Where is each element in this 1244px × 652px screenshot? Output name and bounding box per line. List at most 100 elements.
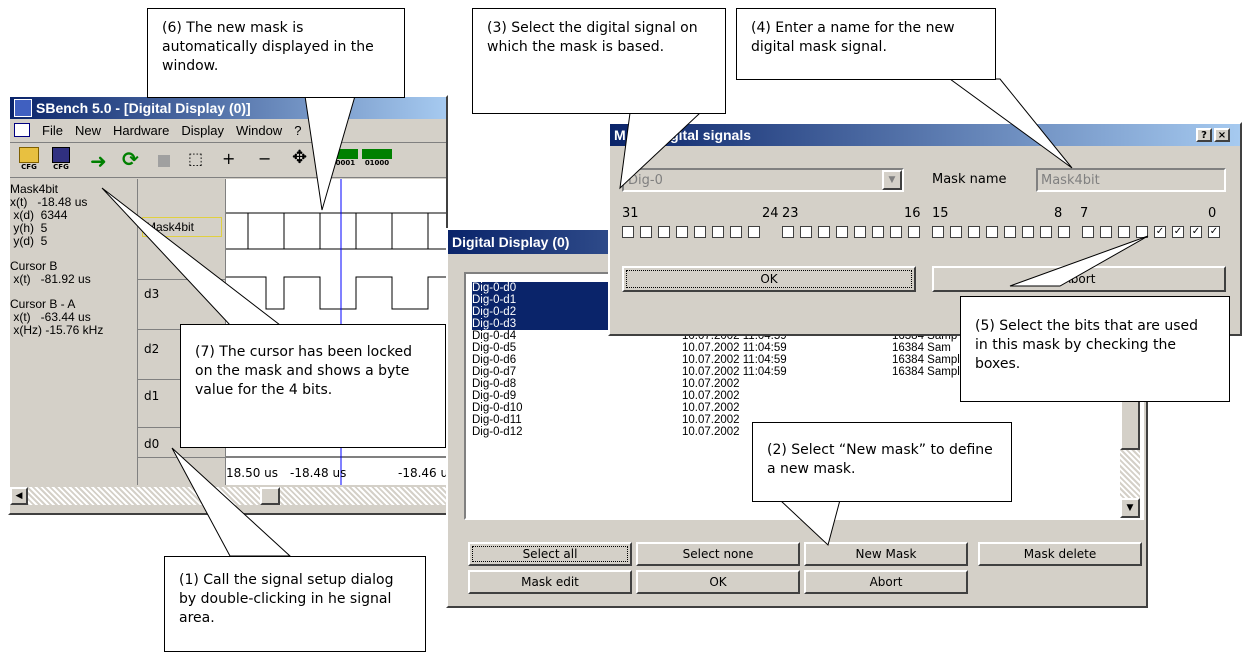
bits-00001-icon[interactable]: 00001 — [328, 149, 358, 167]
help-button[interactable]: ? — [1196, 128, 1212, 142]
callout-2: (2) Select “New mask” to define a new ma… — [752, 422, 1012, 502]
bit-checkbox-18[interactable] — [872, 226, 884, 238]
bit-checkbox-26[interactable] — [712, 226, 724, 238]
bit-checkbox-10[interactable] — [1022, 226, 1034, 238]
scroll-down-button[interactable]: ▼ — [1120, 498, 1140, 518]
signal-label-d1[interactable]: d1 — [144, 389, 159, 403]
axis-tick-3: -18.46 u — [398, 466, 449, 480]
open-cfg-button[interactable]: CFG — [16, 147, 42, 175]
bit-checkbox-23[interactable] — [782, 226, 794, 238]
bit-label-24: 24 — [762, 206, 779, 221]
mask-name-label: Mask name — [932, 172, 1007, 187]
menu-window[interactable]: Window — [236, 123, 282, 138]
signal-label-d2[interactable]: d2 — [144, 342, 159, 356]
bit-checkbox-5[interactable] — [1118, 226, 1130, 238]
list-item-date: 10.07.2002 — [682, 402, 740, 414]
mask-dialog-title-start: M — [614, 127, 626, 143]
zoom-rect-icon[interactable]: ⬚ — [188, 149, 203, 168]
select-all-button[interactable]: Select all — [468, 542, 632, 566]
bit-checkbox-12[interactable] — [986, 226, 998, 238]
list-item-name: Dig-0-d12 — [472, 426, 523, 438]
bit-checkbox-3[interactable]: ✓ — [1154, 226, 1166, 238]
bit-checkbox-29[interactable] — [658, 226, 670, 238]
stop-icon[interactable] — [158, 155, 170, 167]
info-cursor-ba-xhz: x(Hz) -15.76 kHz — [10, 323, 104, 337]
bit-checkbox-28[interactable] — [676, 226, 688, 238]
bit-checkboxes: ✓ ✓ ✓ ✓ — [622, 226, 1232, 240]
mask-abort-button[interactable]: Abort — [932, 266, 1226, 292]
bit-checkbox-16[interactable] — [908, 226, 920, 238]
sbench-app-icon — [14, 99, 32, 117]
bit-checkbox-0[interactable]: ✓ — [1208, 226, 1220, 238]
bit-checkbox-17[interactable] — [890, 226, 902, 238]
bit-checkbox-14[interactable] — [950, 226, 962, 238]
bit-checkbox-6[interactable] — [1100, 226, 1112, 238]
zoom-plus-icon[interactable]: + — [222, 149, 235, 168]
menu-file[interactable]: File — [42, 123, 63, 138]
bit-checkbox-11[interactable] — [1004, 226, 1016, 238]
list-item-name: Dig-0-d5 — [472, 342, 517, 354]
horizontal-scrollbar[interactable]: ◀ — [10, 487, 446, 505]
list-item[interactable]: Dig-0-d10 10.07.2002 — [472, 402, 1122, 414]
menu-new[interactable]: New — [75, 123, 101, 138]
sbench-menubar: File New Hardware Display Window ? — [10, 120, 446, 140]
bit-checkbox-22[interactable] — [800, 226, 812, 238]
list-item-date: 10.07.2002 — [682, 378, 740, 390]
scroll-thumb[interactable] — [260, 487, 280, 505]
open-cfg-icon — [19, 147, 39, 163]
refresh-icon[interactable]: ⟳ — [122, 147, 139, 171]
info-yd: y(d) 5 — [10, 234, 48, 248]
bit-label-8: 8 — [1054, 206, 1063, 221]
info-cursor-b-xt: x(t) -81.92 us — [10, 272, 91, 286]
bit-checkbox-20[interactable] — [836, 226, 848, 238]
signal-label-mask4bit[interactable]: Mask4bit — [142, 217, 222, 237]
bit-checkbox-24[interactable] — [748, 226, 760, 238]
bit-checkbox-4[interactable] — [1136, 226, 1148, 238]
scroll-left-button[interactable]: ◀ — [10, 487, 28, 505]
signal-select[interactable]: Dig-0 ▼ — [622, 168, 904, 192]
mask-delete-button[interactable]: Mask delete — [978, 542, 1142, 566]
mask-name-value: Mask4bit — [1041, 173, 1100, 188]
list-item-name: Dig-0-d10 — [472, 402, 523, 414]
select-none-button[interactable]: Select none — [636, 542, 800, 566]
bit-checkbox-15[interactable] — [932, 226, 944, 238]
menu-display[interactable]: Display — [181, 123, 224, 138]
mask-edit-button[interactable]: Mask edit — [468, 570, 632, 594]
bit-label-16: 16 — [904, 206, 921, 221]
bit-checkbox-31[interactable] — [622, 226, 634, 238]
axis-tick-1: 18.50 us — [226, 466, 279, 480]
bit-checkbox-13[interactable] — [968, 226, 980, 238]
mask-ok-button[interactable]: OK — [622, 266, 916, 292]
bit-checkbox-8[interactable] — [1058, 226, 1070, 238]
new-mask-button[interactable]: New Mask — [804, 542, 968, 566]
signal-label-d0[interactable]: d0 — [144, 437, 159, 451]
move-icon[interactable]: ✥ — [292, 147, 307, 168]
mask-dialog-titlebar[interactable]: M digital signals — [610, 124, 1240, 146]
bit-checkbox-2[interactable]: ✓ — [1172, 226, 1184, 238]
bit-checkbox-1[interactable]: ✓ — [1190, 226, 1202, 238]
signal-label-d3[interactable]: d3 — [144, 287, 159, 301]
zoom-minus-icon[interactable]: − — [258, 149, 271, 168]
list-item-date: 10.07.2002 — [682, 390, 740, 402]
display-abort-button[interactable]: Abort — [804, 570, 968, 594]
bit-checkbox-25[interactable] — [730, 226, 742, 238]
menu-hardware[interactable]: Hardware — [113, 123, 169, 138]
display-ok-button[interactable]: OK — [636, 570, 800, 594]
save-cfg-button[interactable]: CFG — [48, 147, 74, 175]
sbench-toolbar: CFG CFG ➜ ⟳ ⬚ + − ✥ 00001 01000 — [10, 142, 446, 178]
mask-name-field[interactable]: Mask4bit — [1036, 168, 1226, 192]
menu-help[interactable]: ? — [294, 123, 301, 138]
bit-checkbox-7[interactable] — [1082, 226, 1094, 238]
arrow-right-icon[interactable]: ➜ — [90, 149, 107, 173]
bit-checkbox-21[interactable] — [818, 226, 830, 238]
bits-01000-icon[interactable]: 01000 — [362, 149, 392, 167]
list-item-name: Dig-0-d9 — [472, 390, 517, 402]
close-button[interactable]: × — [1214, 128, 1230, 142]
bit-checkbox-9[interactable] — [1040, 226, 1052, 238]
sbench-titlebar[interactable]: SBench 5.0 - [Digital Display (0)] — [10, 97, 446, 119]
bit-checkbox-27[interactable] — [694, 226, 706, 238]
bit-checkbox-19[interactable] — [854, 226, 866, 238]
chevron-down-icon[interactable]: ▼ — [882, 170, 902, 190]
list-item-date: 10.07.2002 11:04:59 — [682, 354, 787, 366]
bit-checkbox-30[interactable] — [640, 226, 652, 238]
